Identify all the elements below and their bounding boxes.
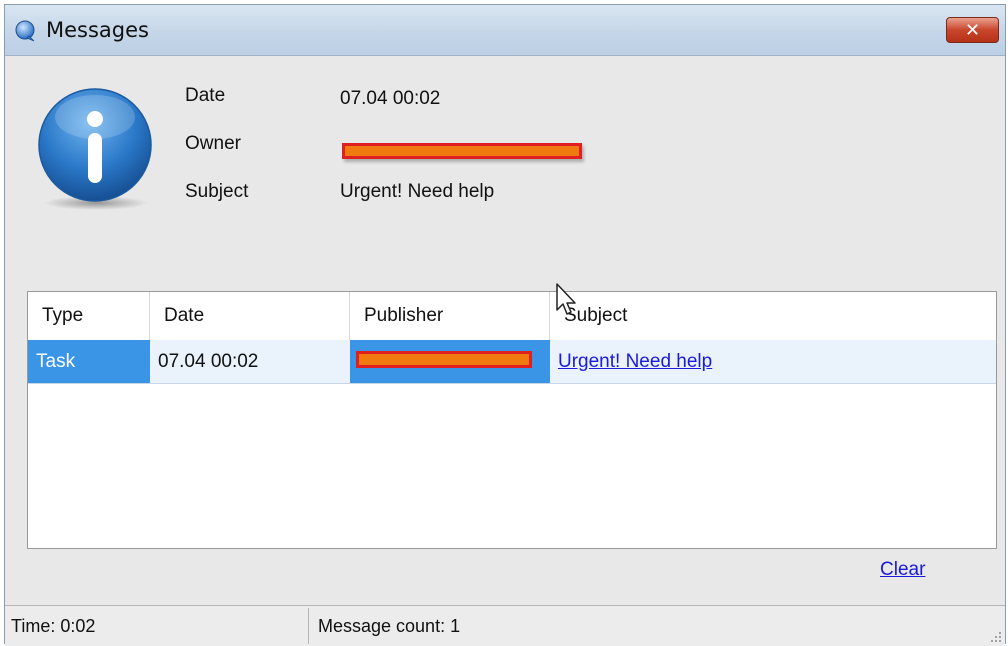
column-header-publisher[interactable]: Publisher [350, 292, 550, 340]
chat-bubble-icon [15, 20, 35, 42]
cell-subject[interactable]: Urgent! Need help [550, 340, 996, 383]
date-label: Date [185, 85, 226, 106]
column-header-type[interactable]: Type [28, 292, 150, 340]
subject-label: Subject [185, 181, 249, 202]
status-time: Time: 0:02 [11, 616, 96, 636]
column-header-date[interactable]: Date [150, 292, 350, 340]
resize-grip-icon[interactable] [988, 629, 1002, 643]
title-bar[interactable]: Messages ✕ [5, 5, 1005, 56]
owner-label: Owner [185, 133, 241, 154]
close-icon: ✕ [964, 19, 981, 40]
subject-value: Urgent! Need help [340, 181, 495, 202]
publisher-redacted [356, 351, 532, 368]
status-divider [308, 608, 309, 644]
messages-window: Messages ✕ Date 07.04 00:02 Owner Subjec… [4, 4, 1006, 646]
owner-value-redacted [342, 143, 582, 159]
info-icon [38, 88, 152, 210]
cell-date[interactable]: 07.04 00:02 [150, 340, 350, 383]
window-title: Messages [46, 18, 149, 42]
cell-type[interactable]: Task [28, 340, 150, 383]
table-row[interactable]: Task 07.04 00:02 Urgent! Need help [28, 340, 996, 384]
subject-link[interactable]: Urgent! Need help [558, 351, 712, 372]
status-message-count: Message count: 1 [318, 616, 461, 636]
messages-table[interactable]: Type Date Publisher Subject Task 07.04 0… [27, 291, 997, 549]
status-bar: Time: 0:02 Message count: 1 [5, 605, 1005, 646]
table-header: Type Date Publisher Subject [28, 292, 996, 341]
clear-link[interactable]: Clear [880, 559, 925, 581]
date-value: 07.04 00:02 [340, 88, 441, 109]
column-header-subject[interactable]: Subject [550, 292, 996, 340]
cell-publisher[interactable] [350, 340, 550, 383]
mouse-cursor-icon [556, 283, 576, 315]
close-button[interactable]: ✕ [946, 17, 999, 43]
